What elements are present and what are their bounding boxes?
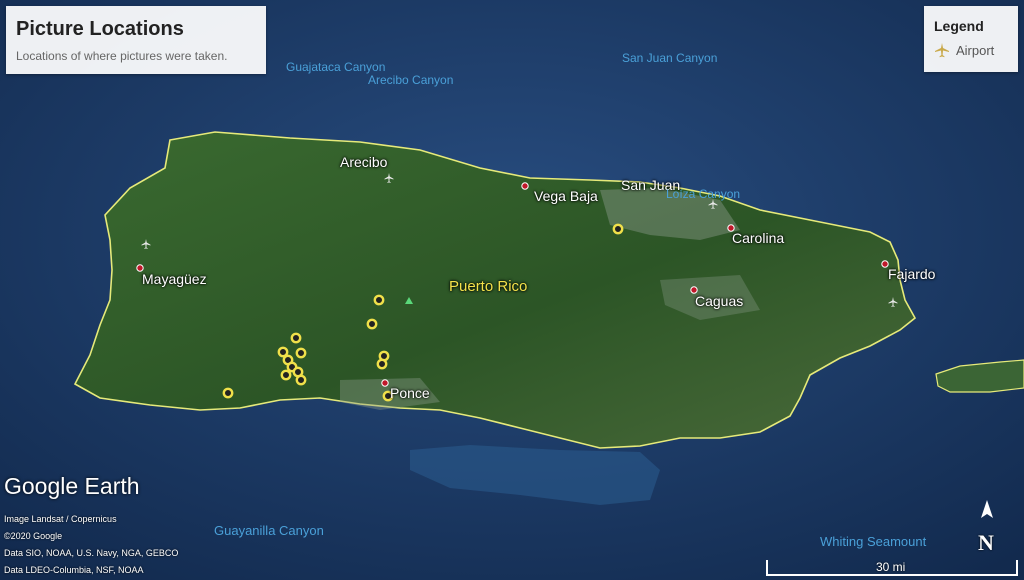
picture-location-marker[interactable] — [277, 346, 289, 358]
city-label-ponce: Ponce — [390, 385, 430, 401]
picture-location-marker[interactable] — [373, 294, 385, 306]
legend-item-label: Airport — [956, 42, 995, 58]
feature-label-arecibo-canyon: Arecibo Canyon — [368, 73, 454, 87]
city-dot — [381, 379, 389, 387]
airplane-icon — [935, 43, 949, 58]
page-title: Picture Locations — [16, 18, 184, 40]
feature-label-guajataca: Guajataca Canyon — [286, 60, 386, 74]
picture-location-marker[interactable] — [612, 223, 624, 235]
city-label-vega-baja: Vega Baja — [534, 188, 598, 204]
region-label: Puerto Rico — [449, 278, 528, 295]
title-panel: Picture Locations Locations of where pic… — [6, 6, 266, 74]
picture-location-marker[interactable] — [295, 347, 307, 359]
credit-line: Data SIO, NOAA, U.S. Navy, NGA, GEBCO — [4, 548, 179, 558]
city-label-arecibo: Arecibo — [340, 154, 388, 170]
picture-location-marker[interactable] — [366, 318, 378, 330]
google-earth-logo: Google Earth — [4, 473, 140, 499]
legend-panel: Legend Airport — [924, 6, 1018, 72]
city-label-fajardo: Fajardo — [888, 266, 936, 282]
picture-location-marker[interactable] — [290, 332, 302, 344]
feature-label-loiza-canyon: Loíza Canyon — [666, 187, 741, 201]
scale-bar-label: 30 mi — [876, 560, 906, 574]
picture-location-marker[interactable] — [295, 374, 307, 386]
page-subtitle: Locations of where pictures were taken. — [16, 49, 228, 63]
picture-location-marker[interactable] — [376, 358, 388, 370]
north-arrow-label: N — [978, 530, 994, 555]
legend-title: Legend — [934, 18, 984, 34]
credit-line: Image Landsat / Copernicus — [4, 514, 117, 524]
city-label-mayaguez: Mayagüez — [142, 271, 207, 287]
picture-location-marker[interactable] — [280, 369, 292, 381]
city-label-carolina: Carolina — [732, 230, 785, 246]
legend-item-airport: Airport — [934, 42, 994, 58]
credit-line: Data LDEO-Columbia, NSF, NOAA — [4, 565, 144, 575]
feature-label-guayanilla-canyon: Guayanilla Canyon — [214, 523, 324, 538]
credit-line: ©2020 Google — [4, 531, 63, 541]
city-label-caguas: Caguas — [695, 293, 744, 309]
picture-location-marker[interactable] — [222, 387, 234, 399]
feature-label-whiting-seamount: Whiting Seamount — [820, 534, 927, 549]
feature-label-san-juan-canyon: San Juan Canyon — [622, 51, 718, 65]
city-dot — [521, 182, 529, 190]
